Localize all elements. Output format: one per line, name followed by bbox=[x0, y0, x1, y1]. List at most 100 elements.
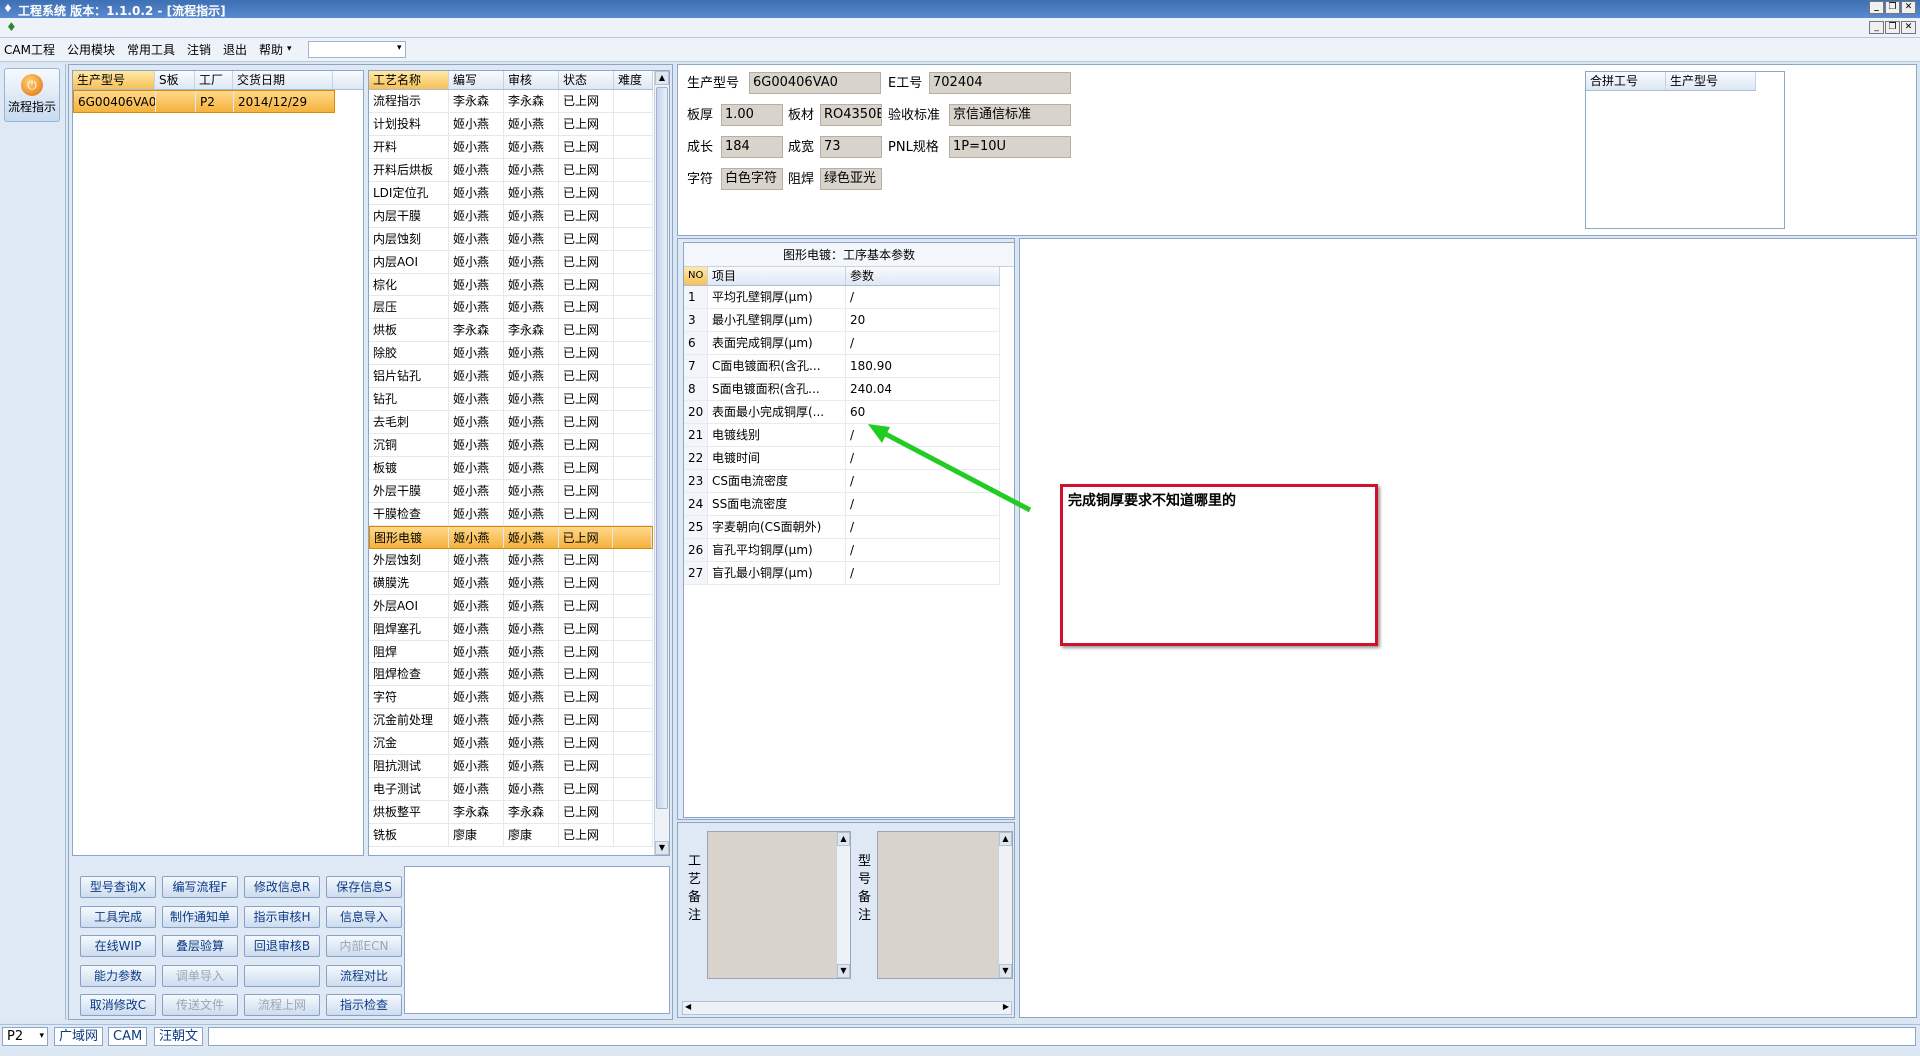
mdi-restore-button[interactable]: ❐ bbox=[1885, 21, 1900, 34]
action-button[interactable]: 信息导入 bbox=[326, 905, 402, 928]
action-button[interactable]: 指示检查 bbox=[326, 994, 402, 1016]
param-row[interactable]: 1 平均孔壁铜厚(μm) / bbox=[684, 286, 1000, 309]
menu-tools[interactable]: 常用工具 bbox=[127, 41, 175, 58]
table-row[interactable]: 沉铜 姬小燕 姬小燕 已上网 bbox=[369, 434, 653, 457]
model-remark-textarea[interactable]: ▲ ▼ bbox=[877, 831, 1013, 979]
table-row[interactable]: 铣板 廖康 廖康 已上网 bbox=[369, 824, 653, 847]
mdi-minimize-button[interactable]: _ bbox=[1869, 21, 1884, 34]
factory-select[interactable]: P2 ▾ bbox=[2, 1027, 48, 1046]
table-row[interactable]: 开料 姬小燕 姬小燕 已上网 bbox=[369, 135, 653, 159]
scroll-thumb[interactable] bbox=[656, 87, 668, 809]
table-row[interactable]: 干膜检查 姬小燕 姬小燕 已上网 bbox=[369, 502, 653, 526]
table-row[interactable]: 板镀 姬小燕 姬小燕 已上网 bbox=[369, 457, 653, 480]
menu-exit[interactable]: 退出 bbox=[223, 41, 247, 58]
width-field[interactable]: 73 bbox=[820, 136, 882, 158]
col-no[interactable]: NO bbox=[684, 267, 708, 285]
menu-combo-box[interactable] bbox=[307, 40, 406, 58]
action-button[interactable]: 传送文件 bbox=[162, 994, 238, 1016]
table-row[interactable]: 钻孔 姬小燕 姬小燕 已上网 bbox=[369, 388, 653, 412]
col-status[interactable]: 状态 bbox=[559, 71, 614, 89]
action-button[interactable]: 流程上网 bbox=[244, 994, 320, 1016]
col-factory[interactable]: 工厂 bbox=[195, 71, 233, 89]
material-field[interactable]: RO4350B bbox=[820, 104, 882, 126]
table-row[interactable]: LDI定位孔 姬小燕 姬小燕 已上网 bbox=[369, 181, 653, 205]
process-scrollbar[interactable]: ▲ ▼ bbox=[654, 71, 669, 855]
table-row[interactable]: 开料后烘板 姬小燕 姬小燕 已上网 bbox=[369, 158, 653, 182]
scroll-down-icon[interactable]: ▼ bbox=[999, 964, 1012, 978]
action-button[interactable]: 取消修改C bbox=[80, 994, 156, 1016]
param-row[interactable]: 7 C面电镀面积(含孔... 180.90 bbox=[684, 355, 1000, 378]
action-button[interactable]: 回退审核B bbox=[244, 935, 320, 957]
action-button[interactable]: 制作通知单 bbox=[162, 905, 238, 928]
table-row[interactable]: 内层蚀刻 姬小燕 姬小燕 已上网 bbox=[369, 227, 653, 251]
table-row[interactable]: 内层干膜 姬小燕 姬小燕 已上网 bbox=[369, 204, 653, 228]
param-row[interactable]: 8 S面电镀面积(含孔... 240.04 bbox=[684, 378, 1000, 401]
action-button[interactable]: 保存信息S bbox=[326, 876, 402, 898]
col-merge-model[interactable]: 生产型号 bbox=[1666, 72, 1756, 90]
table-row[interactable]: 烘板 李永森 李永森 已上网 bbox=[369, 319, 653, 343]
thickness-field[interactable]: 1.00 bbox=[721, 104, 783, 126]
scroll-up-icon[interactable]: ▲ bbox=[837, 832, 850, 846]
col-process-name[interactable]: 工艺名称 bbox=[369, 71, 449, 89]
action-button[interactable]: 内部ECN bbox=[326, 935, 402, 957]
process-remark-textarea[interactable]: ▲ ▼ bbox=[707, 831, 851, 979]
restore-button[interactable]: ❐ bbox=[1885, 1, 1900, 14]
table-row[interactable]: 去毛刺 姬小燕 姬小燕 已上网 bbox=[369, 411, 653, 435]
param-row[interactable]: 3 最小孔壁铜厚(μm) 20 bbox=[684, 309, 1000, 332]
table-row[interactable]: 阻抗测试 姬小燕 姬小燕 已上网 bbox=[369, 755, 653, 779]
table-row[interactable]: 除胶 姬小燕 姬小燕 已上网 bbox=[369, 342, 653, 366]
sidebar-item-flow[interactable]: ⏻ 流程指示 bbox=[4, 68, 60, 122]
col-param[interactable]: 参数 bbox=[846, 267, 1000, 285]
col-difficulty[interactable]: 难度 bbox=[614, 71, 653, 89]
menu-logout[interactable]: 注销 bbox=[187, 41, 211, 58]
action-button[interactable]: 指示审核H bbox=[244, 905, 320, 928]
table-row[interactable]: 外层干膜 姬小燕 姬小燕 已上网 bbox=[369, 479, 653, 503]
help-dropdown-icon[interactable]: ▾ bbox=[287, 44, 292, 54]
action-button[interactable]: 修改信息R bbox=[244, 876, 320, 898]
close-button[interactable]: ✕ bbox=[1901, 1, 1916, 14]
table-row[interactable]: 外层蚀刻 姬小燕 姬小燕 已上网 bbox=[369, 548, 653, 572]
col-item[interactable]: 项目 bbox=[708, 267, 846, 285]
col-delivery-date[interactable]: 交货日期 bbox=[233, 71, 333, 89]
scroll-right-icon[interactable]: ▶ bbox=[1003, 1002, 1009, 1011]
param-row[interactable]: 27 盲孔最小铜厚(μm) / bbox=[684, 562, 1000, 585]
action-button[interactable]: 叠层验算 bbox=[162, 935, 238, 957]
col-model[interactable]: 生产型号 bbox=[73, 71, 155, 89]
table-row[interactable]: 磺膜洗 姬小燕 姬小燕 已上网 bbox=[369, 571, 653, 595]
action-button[interactable]: 在线WIP bbox=[80, 935, 156, 957]
table-row[interactable]: 沉金 姬小燕 姬小燕 已上网 bbox=[369, 732, 653, 756]
action-button[interactable]: 编写流程F bbox=[162, 876, 238, 898]
scroll-up-icon[interactable]: ▲ bbox=[655, 71, 669, 85]
scroll-down-icon[interactable]: ▼ bbox=[837, 964, 850, 978]
scroll-down-icon[interactable]: ▼ bbox=[655, 841, 669, 855]
param-row[interactable]: 6 表面完成铜厚(μm) / bbox=[684, 332, 1000, 355]
legend-field[interactable]: 白色字符 bbox=[721, 168, 783, 190]
menu-help[interactable]: 帮助 bbox=[259, 41, 283, 58]
col-merge-eno[interactable]: 合拼工号 bbox=[1586, 72, 1666, 90]
model-field[interactable]: 6G00406VA0 bbox=[749, 72, 881, 94]
table-row[interactable]: 图形电镀 姬小燕 姬小燕 已上网 bbox=[369, 525, 653, 549]
eno-field[interactable]: 702404 bbox=[929, 72, 1071, 94]
col-writer[interactable]: 编写 bbox=[449, 71, 504, 89]
table-row[interactable]: 阻焊检查 姬小燕 姬小燕 已上网 bbox=[369, 663, 653, 687]
table-row[interactable]: 铝片钻孔 姬小燕 姬小燕 已上网 bbox=[369, 365, 653, 389]
scroll-up-icon[interactable]: ▲ bbox=[999, 832, 1012, 846]
table-row[interactable]: 6G00406VA0 P2 2014/12/29 bbox=[73, 90, 335, 113]
table-row[interactable]: 内层AOI 姬小燕 姬小燕 已上网 bbox=[369, 250, 653, 274]
pnl-field[interactable]: 1P=10U bbox=[949, 136, 1071, 158]
scroll-left-icon[interactable]: ◀ bbox=[685, 1002, 691, 1011]
acceptance-field[interactable]: 京信通信标准 bbox=[949, 104, 1071, 126]
table-row[interactable]: 棕化 姬小燕 姬小燕 已上网 bbox=[369, 273, 653, 297]
mdi-close-button[interactable]: ✕ bbox=[1901, 21, 1916, 34]
table-row[interactable]: 阻焊塞孔 姬小燕 姬小燕 已上网 bbox=[369, 617, 653, 641]
table-row[interactable]: 外层AOI 姬小燕 姬小燕 已上网 bbox=[369, 594, 653, 618]
solder-mask-field[interactable]: 绿色亚光 bbox=[820, 168, 882, 190]
menu-cam[interactable]: CAM工程 bbox=[4, 41, 55, 58]
table-row[interactable]: 计划投料 姬小燕 姬小燕 已上网 bbox=[369, 112, 653, 136]
col-s-board[interactable]: S板 bbox=[155, 71, 195, 89]
menu-common-module[interactable]: 公用模块 bbox=[67, 41, 115, 58]
length-field[interactable]: 184 bbox=[721, 136, 783, 158]
action-button[interactable]: 调单导入 bbox=[162, 964, 238, 987]
table-row[interactable]: 字符 姬小燕 姬小燕 已上网 bbox=[369, 686, 653, 710]
action-button[interactable] bbox=[244, 964, 320, 987]
